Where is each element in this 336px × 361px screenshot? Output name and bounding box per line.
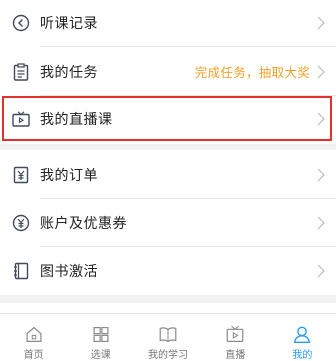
task-clipboard-icon <box>12 62 30 81</box>
menu-item-book-activation[interactable]: 图书激活 <box>0 246 336 295</box>
tab-me[interactable]: 我的 <box>269 314 336 361</box>
book-icon <box>12 262 30 280</box>
task-promo-text: 完成任务，抽取大奖 <box>194 65 310 80</box>
tv-icon <box>226 325 244 343</box>
history-icon <box>12 14 30 32</box>
tab-home[interactable]: 首页 <box>0 314 67 361</box>
tab-label: 我的学习 <box>148 350 188 361</box>
chevron-right-icon <box>317 65 325 78</box>
grid-icon <box>93 326 109 343</box>
menu-item-listen-history[interactable]: 听课记录 <box>0 0 336 47</box>
chevron-right-icon <box>317 264 325 277</box>
next-group-edge <box>0 303 336 313</box>
tab-label: 直播 <box>225 350 246 361</box>
coupon-yen-icon <box>12 214 30 232</box>
menu-item-label: 图书激活 <box>40 263 98 280</box>
chevron-right-icon <box>317 216 325 229</box>
order-yen-icon <box>12 166 30 184</box>
menu-item-label: 听课记录 <box>40 15 98 32</box>
menu-item-my-orders[interactable]: 我的订单 <box>0 150 336 199</box>
menu-item-label: 我的任务 <box>40 64 98 81</box>
menu-group-2: 我的订单 账户及优惠券 图书激活 <box>0 150 336 295</box>
bottom-tab-bar: 首页 选课 我的学习 直播 我的 <box>0 313 336 361</box>
menu-item-account-coupons[interactable]: 账户及优惠券 <box>0 198 336 247</box>
tab-live[interactable]: 直播 <box>202 314 269 361</box>
tab-courses[interactable]: 选课 <box>67 314 134 361</box>
home-icon <box>26 326 42 343</box>
menu-item-my-tasks[interactable]: 我的任务 完成任务，抽取大奖 <box>0 47 336 96</box>
tab-label: 我的 <box>292 350 313 361</box>
chevron-right-icon <box>317 168 325 181</box>
menu-item-label: 我的订单 <box>40 167 98 184</box>
user-icon <box>294 326 311 343</box>
tab-my-learning[interactable]: 我的学习 <box>134 314 201 361</box>
tab-label: 选课 <box>90 350 111 361</box>
live-course-highlight-box <box>2 96 332 141</box>
menu-item-label: 账户及优惠券 <box>40 215 127 232</box>
open-book-icon <box>159 327 177 343</box>
chevron-right-icon <box>317 16 325 29</box>
tab-label: 首页 <box>23 350 44 361</box>
